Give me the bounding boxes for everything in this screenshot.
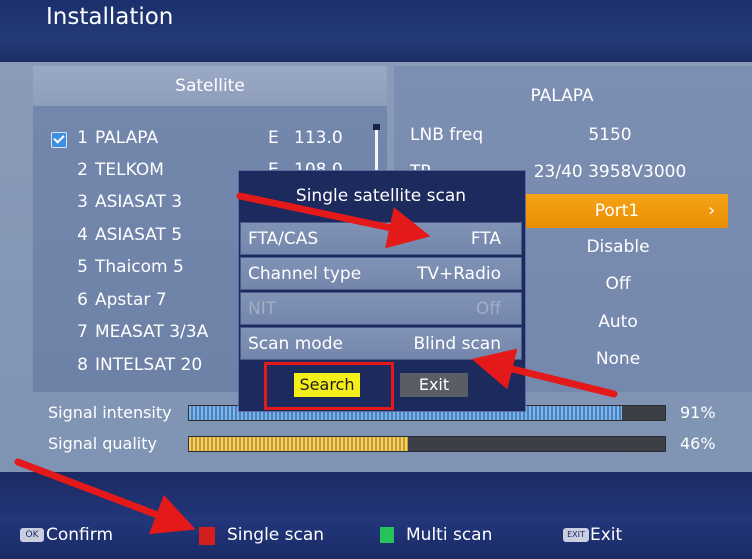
ok-key-icon: OK — [20, 528, 44, 542]
green-key-icon — [380, 527, 394, 543]
channel-type-label: Channel type — [248, 264, 362, 284]
satellite-number: 3 — [77, 192, 88, 212]
red-key-icon — [199, 527, 215, 545]
lnb-freq-value[interactable]: 5150 — [522, 125, 698, 145]
fta-cas-row[interactable]: FTA/CAS FTA — [240, 222, 522, 255]
detail-satellite-name: PALAPA — [530, 86, 594, 106]
satellite-longitude: 113.0 — [294, 128, 343, 148]
satellite-row[interactable]: 1 PALAPA E 113.0 — [48, 128, 368, 158]
fta-cas-value[interactable]: FTA — [471, 223, 501, 255]
annotation-highlight-box — [264, 362, 394, 410]
signal-quality-label: Signal quality — [48, 434, 157, 453]
satellite-number: 4 — [77, 225, 88, 245]
satellite-number: 2 — [77, 160, 88, 180]
chevron-right-icon[interactable]: › — [708, 194, 715, 228]
nit-label: NIT — [248, 299, 277, 319]
lnb-freq-label: LNB freq — [410, 125, 484, 145]
satellite-list-heading: Satellite — [175, 76, 245, 96]
satellite-name: ASIASAT 3 — [95, 192, 183, 212]
confirm-hint[interactable]: Confirm — [46, 520, 113, 550]
scan-mode-value[interactable]: Blind scan — [414, 328, 501, 360]
page-title: Installation — [46, 4, 174, 30]
scrollbar-thumb[interactable] — [373, 124, 380, 130]
satellite-name: ASIASAT 5 — [95, 225, 183, 245]
satellite-number: 5 — [77, 257, 88, 277]
tp-value[interactable]: 23/40 3958V3000 — [522, 162, 698, 182]
signal-quality-fill — [189, 437, 408, 451]
fta-cas-label: FTA/CAS — [248, 229, 319, 249]
exit-hint[interactable]: Exit — [590, 520, 622, 550]
satellite-name: Apstar 7 — [95, 290, 167, 310]
satellite-name: TELKOM — [95, 160, 164, 180]
single-scan-hint[interactable]: Single scan — [227, 520, 324, 550]
signal-quality-bar — [188, 436, 666, 452]
satellite-direction: E — [268, 128, 279, 148]
scan-mode-label: Scan mode — [248, 334, 343, 354]
satellite-name: INTELSAT 20 — [95, 355, 203, 375]
satellite-number: 8 — [77, 355, 88, 375]
channel-type-row[interactable]: Channel type TV+Radio — [240, 257, 522, 290]
port-value[interactable]: Port1 — [524, 194, 710, 228]
signal-intensity-label: Signal intensity — [48, 403, 172, 422]
signal-quality-value: 46% — [680, 434, 716, 453]
nit-value: Off — [475, 299, 501, 319]
satellite-number: 6 — [77, 290, 88, 310]
dialog-title: Single satellite scan — [295, 186, 467, 206]
option-value[interactable]: None — [530, 349, 706, 369]
option-value[interactable]: Disable — [530, 237, 706, 257]
satellite-name: MEASAT 3/3A — [95, 322, 209, 342]
satellite-name: PALAPA — [95, 128, 159, 148]
satellite-name: Thaicom 5 — [95, 257, 184, 277]
satellite-number: 7 — [77, 322, 88, 342]
scan-mode-row[interactable]: Scan mode Blind scan — [240, 327, 522, 360]
nit-row: NIT Off — [240, 292, 522, 325]
multi-scan-hint[interactable]: Multi scan — [406, 520, 492, 550]
satellite-number: 1 — [77, 128, 88, 148]
option-value[interactable]: Auto — [530, 312, 706, 332]
list-scrollbar[interactable] — [375, 126, 378, 170]
signal-intensity-value: 91% — [680, 403, 716, 422]
channel-type-value[interactable]: TV+Radio — [417, 258, 501, 290]
option-value[interactable]: Off — [530, 274, 706, 294]
exit-button[interactable]: Exit — [400, 373, 468, 397]
checkmark-icon[interactable] — [51, 132, 67, 148]
exit-key-icon: EXIT — [563, 528, 589, 542]
